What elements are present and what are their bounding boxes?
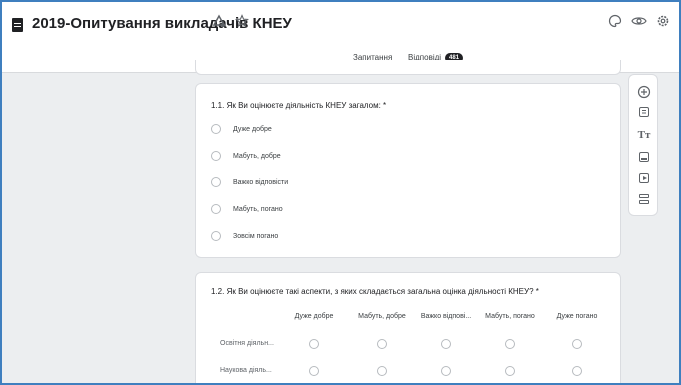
add-section-icon[interactable]: [639, 194, 649, 205]
grid-column-header: Дуже добре: [294, 313, 334, 320]
add-title-icon[interactable]: Tт: [637, 128, 651, 142]
document-icon: [12, 18, 23, 32]
option-label: Важко відповісти: [233, 178, 289, 186]
grid-column-header: Дуже погано: [556, 313, 598, 320]
option-row[interactable]: Дуже добре: [211, 123, 272, 135]
form-title[interactable]: 2019-Опитування викладачів КНЕУ: [32, 15, 292, 32]
grid-row-label: Освітня діяльн...: [220, 340, 274, 347]
question-title: 1.2. Як Ви оцінюєте такі аспекти, з яких…: [211, 287, 539, 296]
grid-radio[interactable]: [309, 339, 319, 349]
star-icon[interactable]: [233, 14, 251, 32]
grid-radio[interactable]: [505, 339, 515, 349]
question-card-1-2[interactable]: 1.2. Як Ви оцінюєте такі аспекти, з яких…: [195, 272, 621, 383]
grid-radio[interactable]: [309, 366, 319, 376]
settings-gear-icon[interactable]: [654, 14, 672, 32]
option-label: Дуже добре: [233, 125, 272, 133]
app-window: 2019-Опитування викладачів КНЕУ Запитанн…: [0, 0, 681, 385]
grid-radio[interactable]: [441, 339, 451, 349]
grid-column-header: Мабуть, погано: [485, 313, 535, 320]
grid-column-header: Мабуть, добре: [358, 313, 406, 320]
option-label: Мабуть, добре: [233, 152, 281, 160]
floating-toolbar: Tт: [628, 74, 658, 216]
option-label: Зовсім погано: [233, 232, 279, 240]
palette-icon[interactable]: [606, 14, 624, 32]
move-to-folder-icon[interactable]: [210, 14, 228, 32]
option-row[interactable]: Важко відповісти: [211, 176, 288, 188]
previous-card-edge: [195, 60, 621, 75]
grid-radio[interactable]: [441, 366, 451, 376]
question-card-1-1[interactable]: 1.1. Як Ви оцінюєте діяльність КНЕУ зага…: [195, 83, 621, 258]
import-questions-icon[interactable]: [639, 107, 649, 117]
grid-radio[interactable]: [505, 366, 515, 376]
add-video-icon[interactable]: [639, 173, 649, 183]
option-row[interactable]: Зовсім погано: [211, 230, 278, 242]
preview-eye-icon[interactable]: [630, 14, 648, 32]
question-title: 1.1. Як Ви оцінюєте діяльність КНЕУ зага…: [211, 101, 387, 110]
radio-button[interactable]: [211, 151, 221, 161]
radio-button[interactable]: [211, 231, 221, 241]
option-label: Мабуть, погано: [233, 205, 283, 213]
radio-button[interactable]: [211, 124, 221, 134]
grid-row-label: Наукова діяль...: [220, 367, 272, 374]
add-image-icon[interactable]: [639, 152, 649, 162]
grid-radio[interactable]: [572, 366, 582, 376]
grid-radio[interactable]: [377, 366, 387, 376]
radio-button[interactable]: [211, 204, 221, 214]
grid-radio[interactable]: [572, 339, 582, 349]
option-row[interactable]: Мабуть, добре: [211, 150, 281, 162]
option-row[interactable]: Мабуть, погано: [211, 203, 283, 215]
grid-column-header: Важко відпові...: [420, 313, 472, 320]
grid-radio[interactable]: [377, 339, 387, 349]
add-question-icon[interactable]: [637, 85, 651, 99]
radio-button[interactable]: [211, 177, 221, 187]
